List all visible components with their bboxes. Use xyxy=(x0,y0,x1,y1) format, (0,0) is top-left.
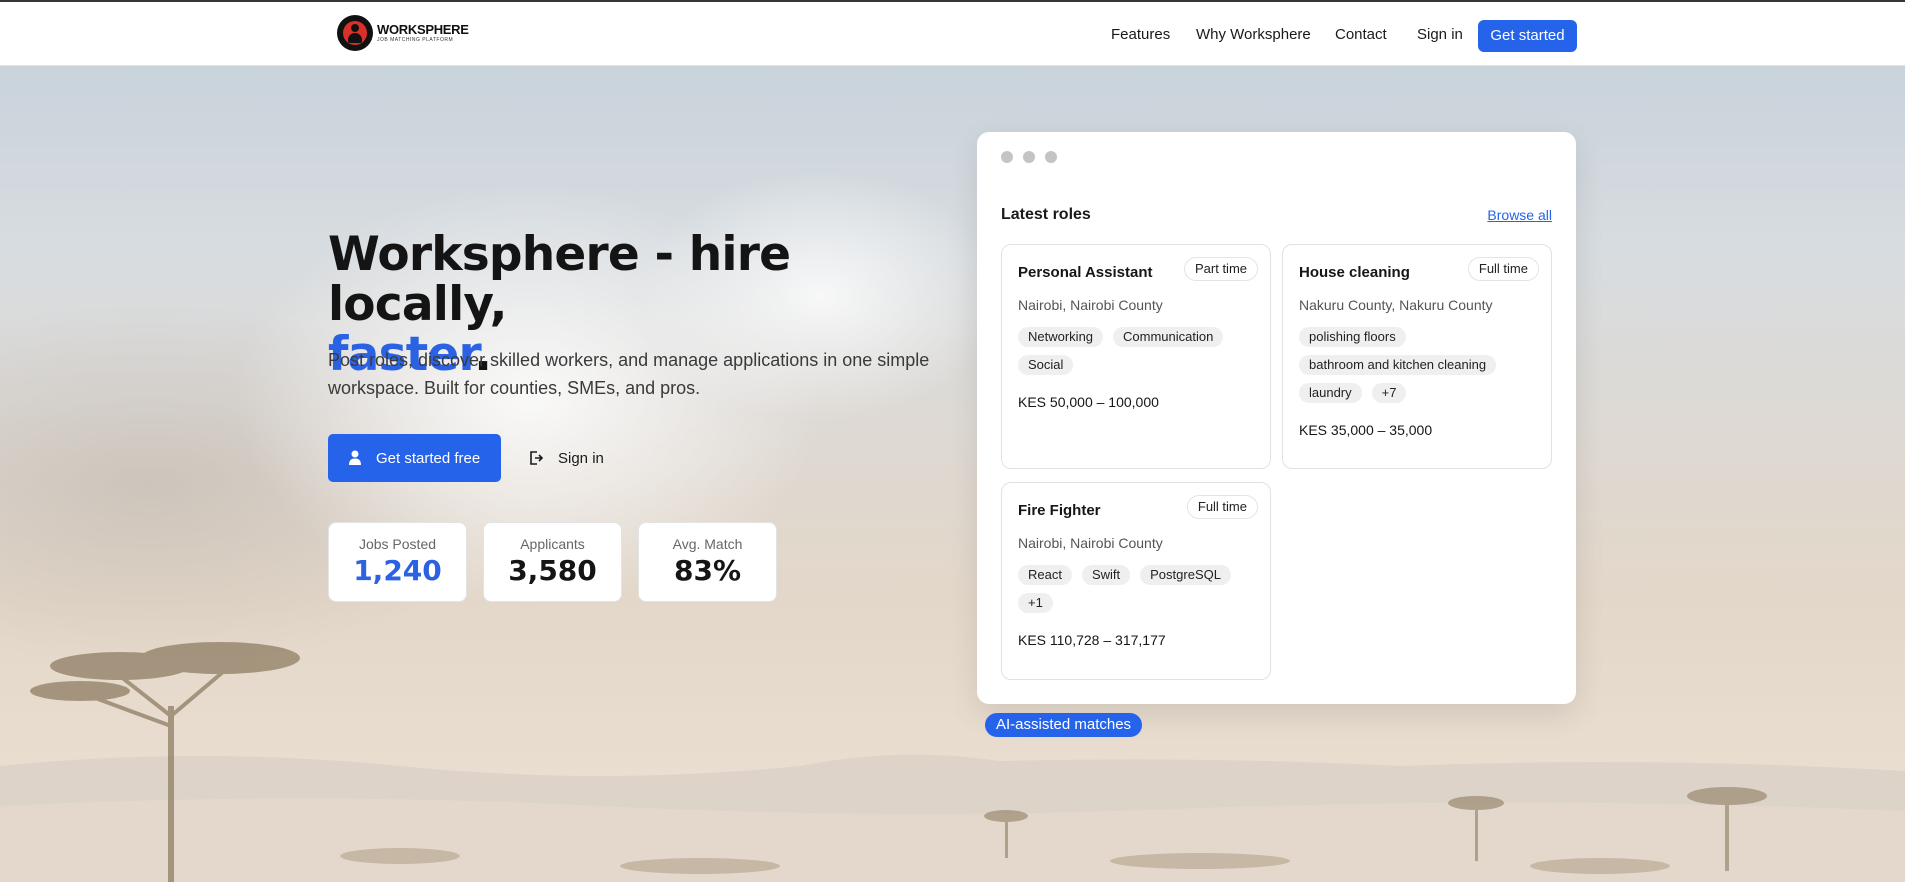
job-tags: React Swift PostgreSQL +1 xyxy=(1018,565,1254,613)
brand-logo[interactable]: WORKSPHERE JOB MATCHING PLATFORM xyxy=(337,15,469,51)
user-icon xyxy=(348,450,362,466)
job-location: Nakuru County, Nakuru County xyxy=(1299,297,1493,313)
latest-roles-title: Latest roles xyxy=(1001,206,1091,223)
latest-roles-panel: Latest roles Browse all Personal Assista… xyxy=(977,132,1576,704)
get-started-button[interactable]: Get started xyxy=(1478,20,1577,52)
job-type-badge: Full time xyxy=(1186,495,1258,519)
skill-tag: React xyxy=(1018,565,1072,585)
hero-background-image xyxy=(0,66,1905,882)
savanna-illustration xyxy=(0,642,1905,882)
stat-label: Jobs Posted xyxy=(358,536,437,552)
skill-tag: Communication xyxy=(1113,327,1224,347)
job-card-personal-assistant[interactable]: Personal Assistant Part time Nairobi, Na… xyxy=(1001,244,1271,469)
nav-link-why-worksphere[interactable]: Why Worksphere xyxy=(1196,21,1311,49)
skill-tag: laundry xyxy=(1299,383,1362,403)
job-type-badge: Part time xyxy=(1183,257,1258,281)
window-dot-icon xyxy=(1001,151,1013,163)
job-location: Nairobi, Nairobi County xyxy=(1018,297,1163,313)
job-type-badge: Full time xyxy=(1467,257,1539,281)
skill-tag: Swift xyxy=(1081,565,1131,585)
browse-all-link[interactable]: Browse all xyxy=(1487,207,1552,223)
brand-tagline: JOB MATCHING PLATFORM xyxy=(377,37,454,43)
window-dot-icon xyxy=(1023,151,1035,163)
job-salary: KES 110,728 – 317,177 xyxy=(1018,632,1166,648)
stat-label: Applicants xyxy=(520,536,585,552)
skill-tag: PostgreSQL xyxy=(1140,565,1231,585)
job-location: Nairobi, Nairobi County xyxy=(1018,535,1163,551)
skill-tag: Networking xyxy=(1018,327,1104,347)
nav-link-features[interactable]: Features xyxy=(1111,21,1170,49)
top-navbar: WORKSPHERE JOB MATCHING PLATFORM Feature… xyxy=(0,2,1905,66)
job-card-fire-fighter[interactable]: Fire Fighter Full time Nairobi, Nairobi … xyxy=(1001,482,1271,680)
skill-tag: bathroom and kitchen cleaning xyxy=(1299,355,1497,375)
window-dot-icon xyxy=(1045,151,1057,163)
job-card-house-cleaning[interactable]: House cleaning Full time Nakuru County, … xyxy=(1282,244,1552,469)
skill-tag-more: +1 xyxy=(1018,593,1053,613)
hero-sign-in-label: Sign in xyxy=(558,449,604,467)
stat-jobs-posted: Jobs Posted 1,240 xyxy=(328,522,467,602)
job-tags: Networking Communication Social xyxy=(1018,327,1254,375)
sign-in-icon xyxy=(528,450,544,466)
stat-label: Avg. Match xyxy=(672,536,743,552)
stat-value: 3,580 xyxy=(508,554,597,587)
stat-value: 83% xyxy=(673,554,742,587)
skill-tag: polishing floors xyxy=(1299,327,1406,347)
stat-avg-match: Avg. Match 83% xyxy=(638,522,777,602)
ai-assisted-badge: AI-assisted matches xyxy=(985,713,1143,737)
hero-title-main: Worksphere - hire locally, xyxy=(328,227,791,332)
skill-tag: Social xyxy=(1018,355,1074,375)
hero-subtitle: Post roles, discover skilled workers, an… xyxy=(328,350,930,398)
skill-tag-more: +7 xyxy=(1371,383,1407,403)
job-salary: KES 50,000 – 100,000 xyxy=(1018,394,1159,410)
stat-applicants: Applicants 3,580 xyxy=(483,522,622,602)
worksphere-logo-icon xyxy=(337,15,373,51)
job-salary: KES 35,000 – 35,000 xyxy=(1299,422,1433,438)
nav-link-sign-in[interactable]: Sign in xyxy=(1417,21,1463,49)
nav-link-contact[interactable]: Contact xyxy=(1335,21,1387,49)
get-started-free-button[interactable]: Get started free xyxy=(328,434,501,482)
brand-name: WORKSPHERE xyxy=(377,22,469,37)
get-started-free-label: Get started free xyxy=(376,449,481,467)
hero-sign-in-button[interactable]: Sign in xyxy=(528,434,604,482)
stat-value: 1,240 xyxy=(353,554,442,587)
job-tags: polishing floors bathroom and kitchen cl… xyxy=(1299,327,1535,403)
